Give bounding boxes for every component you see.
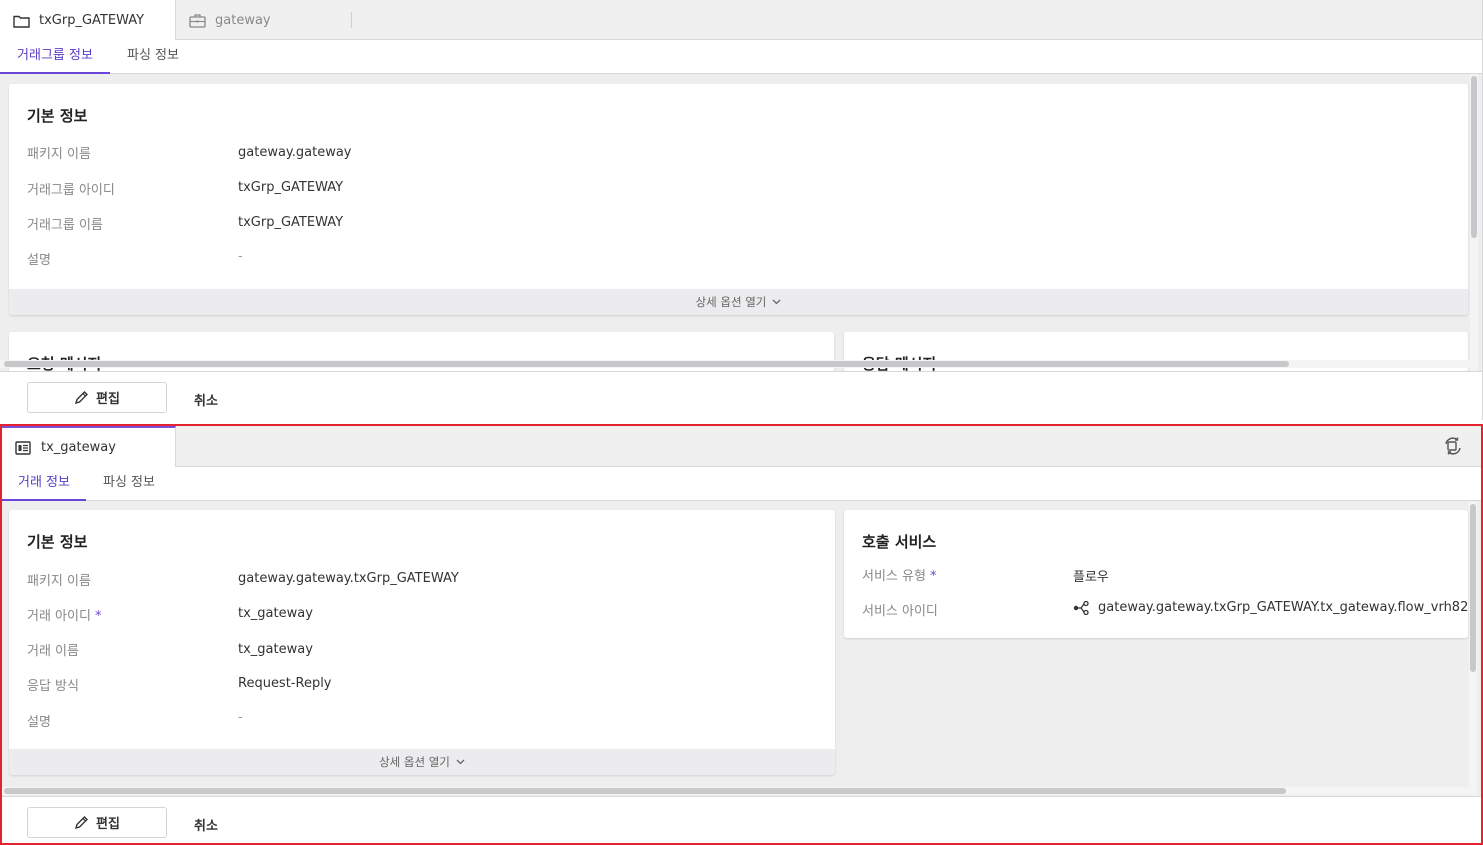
vertical-scrollbar[interactable]: [1470, 74, 1478, 372]
field-value: gateway.gateway.txGrp_GATEWAY: [238, 571, 459, 586]
pencil-icon: [74, 815, 89, 830]
footer-actions: 편집 취소: [2, 796, 1481, 843]
field-value: -: [238, 710, 243, 725]
card-title: 기본 정보: [27, 107, 88, 125]
subtab-bar: 거래그룹 정보 파싱 정보: [0, 40, 1482, 74]
edit-button[interactable]: 편집: [27, 382, 167, 413]
edit-button[interactable]: 편집: [27, 807, 167, 838]
field-label-text: 서비스 유형: [862, 569, 926, 584]
editor-tab-tx-gateway[interactable]: tx_gateway: [2, 426, 176, 467]
vertical-scrollbar[interactable]: [1469, 502, 1477, 796]
subtab-parsing-info[interactable]: 파싱 정보: [110, 40, 196, 74]
field-value: txGrp_GATEWAY: [238, 215, 344, 230]
cancel-button[interactable]: 취소: [194, 390, 218, 409]
field-value: tx_gateway: [238, 606, 313, 621]
subtab-bar: 거래 정보 파싱 정보: [2, 467, 1481, 501]
briefcase-icon: [188, 11, 206, 29]
chevron-down-icon: [772, 299, 781, 305]
field-label: 설명: [27, 253, 51, 268]
field-value: Request-Reply: [238, 676, 332, 691]
field-value: gateway.gateway: [238, 145, 352, 160]
card-title: 기본 정보: [27, 533, 88, 551]
subtab-parsing-info[interactable]: 파싱 정보: [86, 467, 172, 501]
cancel-button[interactable]: 취소: [194, 815, 218, 834]
editor-tab-label: gateway: [215, 12, 271, 28]
field-label-required: 거래 아이디 *: [27, 605, 101, 624]
field-label: 거래그룹 아이디: [27, 183, 115, 198]
field-value: txGrp_GATEWAY: [238, 180, 344, 195]
field-label: 거래 이름: [27, 644, 79, 659]
card-title: 호출 서비스: [862, 533, 937, 551]
editor-tab-label: tx_gateway: [41, 440, 116, 455]
editor-tab-gateway[interactable]: gateway: [176, 0, 352, 40]
sync-icon[interactable]: [1443, 436, 1463, 456]
service-id-value: gateway.gateway.txGrp_GATEWAY.tx_gateway…: [1098, 600, 1468, 615]
expand-options-label: 상세 옵션 열기: [695, 295, 767, 309]
subtab-txgrp-info[interactable]: 거래그룹 정보: [0, 40, 110, 74]
expand-options-label: 상세 옵션 열기: [379, 755, 450, 769]
edit-button-label: 편집: [96, 817, 120, 832]
field-label-text: 거래 아이디: [27, 609, 91, 624]
editor-tab-txgrp[interactable]: txGrp_GATEWAY: [0, 0, 176, 41]
tx-editor-panel: tx_gateway 거래 정보 파싱 정보 기본 정보 패키지 이름 gate…: [0, 424, 1483, 845]
service-id-link[interactable]: gateway.gateway.txGrp_GATEWAY.tx_gateway…: [1073, 600, 1468, 615]
chevron-down-icon: [456, 759, 465, 765]
required-mark: *: [94, 609, 102, 624]
scrollbar-thumb[interactable]: [1470, 504, 1476, 672]
expand-options-toggle[interactable]: 상세 옵션 열기: [9, 289, 1468, 315]
field-label: 패키지 이름: [27, 147, 91, 162]
footer-actions: 편집 취소: [0, 371, 1482, 420]
scrollbar-thumb[interactable]: [4, 361, 1289, 367]
field-label: 서비스 아이디: [862, 604, 938, 619]
editor-tab-bar: txGrp_GATEWAY gateway: [0, 0, 1482, 41]
horizontal-scrollbar[interactable]: [2, 787, 1469, 795]
required-mark: *: [929, 569, 937, 584]
flow-icon: [1073, 600, 1090, 615]
call-service-card: 호출 서비스 서비스 유형 * 플로우 서비스 아이디 gateway.gatew…: [844, 510, 1468, 638]
expand-options-toggle[interactable]: 상세 옵션 열기: [9, 749, 835, 775]
scrollbar-thumb[interactable]: [1471, 76, 1477, 238]
horizontal-scrollbar[interactable]: [0, 360, 1470, 368]
field-label: 설명: [27, 715, 51, 730]
field-label: 패키지 이름: [27, 574, 91, 589]
folder-icon: [12, 12, 30, 30]
basic-info-card: 기본 정보 패키지 이름 gateway.gateway.txGrp_GATEW…: [9, 510, 835, 775]
field-label-required: 서비스 유형 *: [862, 565, 936, 584]
transaction-icon: [14, 439, 32, 457]
editor-tab-label: txGrp_GATEWAY: [39, 13, 145, 28]
field-value: -: [238, 249, 243, 264]
basic-info-card: 기본 정보 패키지 이름 gateway.gateway 거래그룹 아이디 tx…: [9, 84, 1468, 315]
txgrp-editor-panel: txGrp_GATEWAY gateway 거래그룹 정보 파싱 정보 기본 정…: [0, 0, 1483, 420]
edit-button-label: 편집: [96, 392, 120, 407]
subtab-tx-info[interactable]: 거래 정보: [2, 467, 86, 501]
field-value: tx_gateway: [238, 642, 313, 657]
editor-tab-bar: tx_gateway: [2, 426, 1481, 467]
field-label: 거래그룹 이름: [27, 218, 103, 233]
field-label: 응답 방식: [27, 679, 79, 694]
pencil-icon: [74, 390, 89, 405]
field-value: 플로우: [1073, 570, 1109, 585]
scrollbar-thumb[interactable]: [4, 788, 1286, 794]
